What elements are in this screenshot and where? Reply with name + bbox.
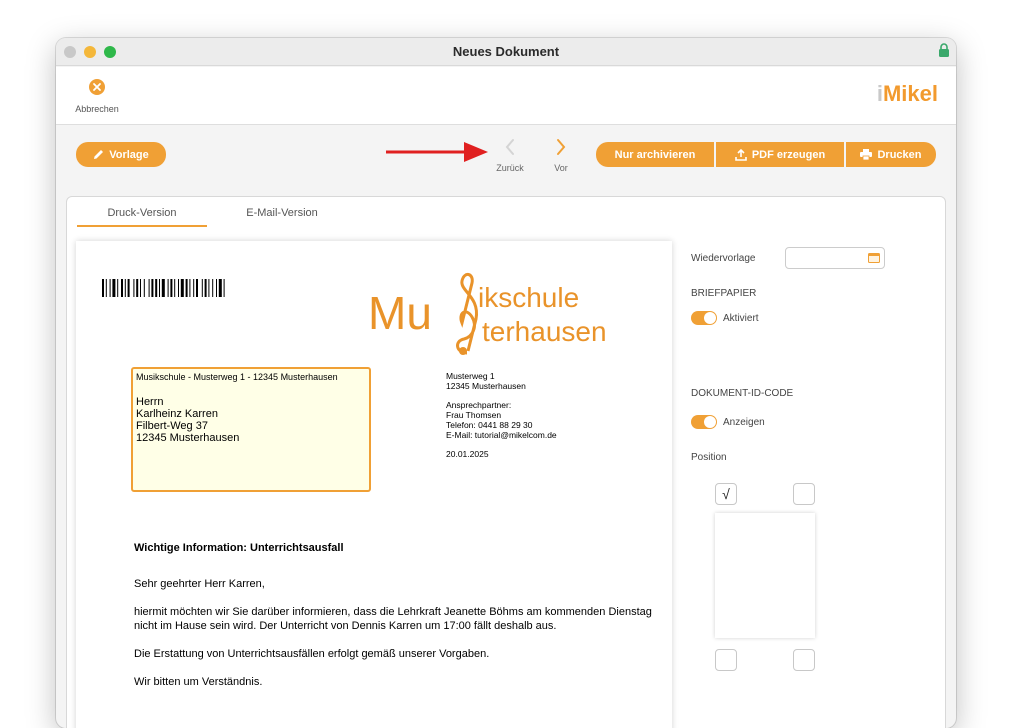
back-label: Zurück (496, 163, 524, 173)
letter-paragraph: Wir bitten um Verständnis. (134, 676, 263, 688)
recipient-line: Herrn (136, 396, 164, 408)
recipient-line: Karlheinz Karren (136, 408, 218, 420)
info-phone: Telefon: 0441 88 29 30 (446, 420, 533, 430)
info-contact-label: Ansprechpartner: (446, 400, 512, 410)
info-email: E-Mail: tutorial@mikelcom.de (446, 430, 557, 440)
annotation-arrow-icon (386, 142, 488, 162)
letter-paragraph: Die Erstattung von Unterrichtsausfällen … (134, 648, 490, 660)
briefpapier-heading: BRIEFPAPIER (691, 288, 757, 299)
info-contact-name: Frau Thomsen (446, 410, 502, 420)
letter-paragraph: hiermit möchten wir Sie darüber informie… (134, 606, 652, 632)
briefpapier-toggle-label: Aktiviert (723, 313, 759, 324)
info-street: Musterweg 1 (446, 371, 495, 381)
pdf-label: PDF erzeugen (751, 148, 826, 161)
barcode (102, 279, 225, 297)
docid-toggle-label: Anzeigen (723, 417, 765, 428)
svg-text:terhausen: terhausen (482, 316, 607, 347)
print-label: Drucken (877, 148, 922, 161)
vorlage-button[interactable]: Vorlage (76, 142, 166, 167)
info-block: Musterweg 1 12345 Musterhausen Ansprechp… (446, 371, 557, 459)
upload-icon (735, 148, 747, 161)
window-title: Neues Dokument (452, 44, 560, 59)
title-bar: Neues Dokument (56, 38, 956, 66)
wiedervorlage-date-field[interactable] (785, 247, 885, 269)
tab-print-version[interactable]: Druck-Version (77, 207, 207, 227)
letter-preview: Mu ikschule terhausen Musikschule - Must… (76, 241, 672, 728)
calendar-icon[interactable] (868, 253, 880, 263)
forward-label: Vor (554, 163, 568, 173)
info-city: 12345 Musterhausen (446, 381, 526, 391)
position-top-left-checkbox[interactable]: √ (715, 483, 737, 505)
pencil-icon (94, 150, 104, 159)
print-button[interactable]: Drucken (846, 142, 936, 167)
archive-only-button[interactable]: Nur archivieren (596, 142, 714, 167)
letter-subject: Wichtige Information: Unterrichtsausfall (134, 542, 344, 554)
lock-icon (939, 43, 949, 57)
chevron-left-icon (505, 139, 514, 155)
imikel-logo: iMikel (876, 81, 938, 106)
archive-label: Nur archivieren (614, 148, 696, 161)
close-circle-icon (89, 79, 105, 95)
recipient-line: Filbert-Weg 37 (136, 420, 208, 432)
create-pdf-button[interactable]: PDF erzeugen (716, 142, 844, 167)
svg-text:ikschule: ikschule (478, 282, 579, 313)
top-toolbar: Abbrechen iMikel (56, 67, 956, 125)
app-window: Neues Dokument Abbrechen iMikel Vorlage (56, 38, 956, 728)
sender-line: Musikschule - Musterweg 1 - 12345 Muster… (136, 372, 338, 382)
tab-email-version[interactable]: E-Mail-Version (227, 207, 337, 225)
position-page-preview (715, 513, 815, 638)
info-date: 20.01.2025 (446, 449, 489, 459)
address-window: Musikschule - Musterweg 1 - 12345 Muster… (131, 367, 371, 492)
position-label: Position (691, 452, 727, 463)
recipient-line: 12345 Musterhausen (136, 432, 240, 444)
docid-toggle[interactable] (691, 415, 717, 429)
letter-body: Wichtige Information: Unterrichtsausfall… (134, 541, 664, 703)
letter-salutation: Sehr geehrter Herr Karren, (134, 578, 265, 590)
chevron-right-icon (557, 139, 566, 155)
forward-button[interactable]: Vor (541, 138, 581, 173)
position-bottom-right-checkbox[interactable] (793, 649, 815, 671)
docid-heading: DOKUMENT-ID-CODE (691, 388, 794, 399)
document-panel: Druck-Version E-Mail-Version Mu ikschule… (66, 196, 946, 728)
position-bottom-left-checkbox[interactable] (715, 649, 737, 671)
position-top-right-checkbox[interactable] (793, 483, 815, 505)
back-button[interactable]: Zurück (490, 138, 530, 173)
school-logo: Mu ikschule terhausen (368, 273, 607, 355)
wiedervorlage-label: Wiedervorlage (691, 253, 756, 264)
recipient-address: Herrn Karlheinz Karren Filbert-Weg 37 12… (136, 396, 366, 444)
vorlage-label: Vorlage (109, 148, 149, 161)
cancel-label: Abbrechen (75, 104, 119, 114)
svg-text:Mu: Mu (368, 287, 432, 339)
printer-icon (860, 149, 873, 160)
cancel-button[interactable]: Abbrechen (70, 79, 124, 117)
briefpapier-toggle[interactable] (691, 311, 717, 325)
